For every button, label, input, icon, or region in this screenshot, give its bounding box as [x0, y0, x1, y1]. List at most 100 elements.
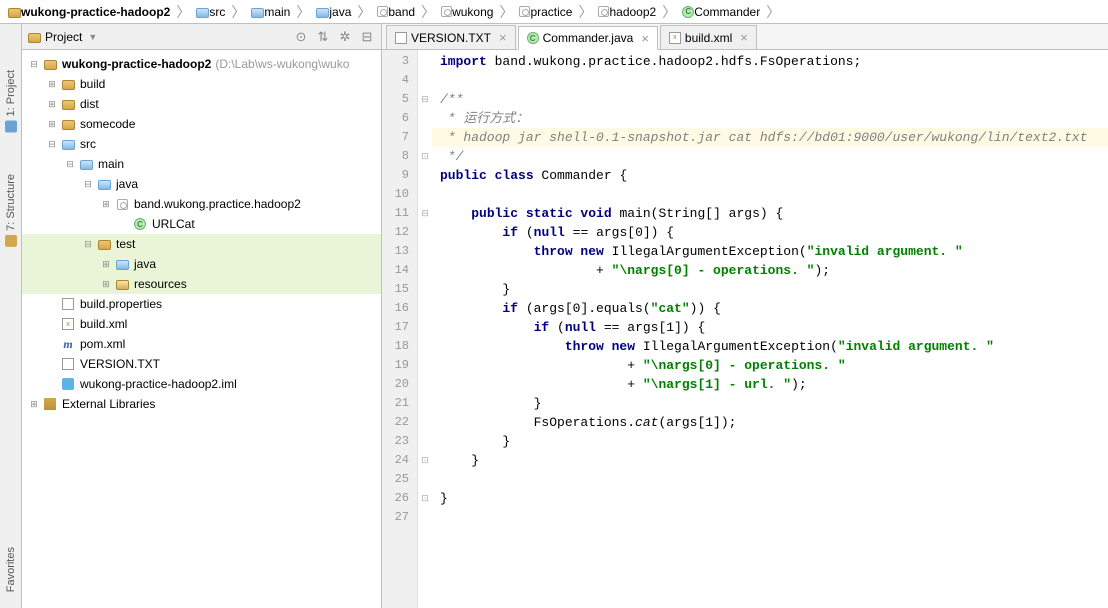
- fold-marker[interactable]: ⊡: [418, 147, 432, 166]
- editor-tab[interactable]: VERSION.TXT×: [386, 25, 516, 49]
- code-line[interactable]: * 运行方式：: [432, 109, 1108, 128]
- fold-marker[interactable]: [418, 394, 432, 413]
- fold-column[interactable]: ⊟⊡⊟⊡⊡: [418, 50, 432, 608]
- tree-node[interactable]: ⊞band.wukong.practice.hadoop2: [22, 194, 381, 214]
- tree-node[interactable]: mpom.xml: [22, 334, 381, 354]
- line-number[interactable]: 19: [382, 356, 417, 375]
- line-number[interactable]: 6: [382, 109, 417, 128]
- line-number[interactable]: 24: [382, 451, 417, 470]
- rail-project[interactable]: 1: Project: [3, 64, 19, 138]
- breadcrumb-item[interactable]: main: [247, 5, 294, 19]
- code-line[interactable]: * hadoop jar shell-0.1-snapshot.jar cat …: [432, 128, 1108, 147]
- line-number[interactable]: 4: [382, 71, 417, 90]
- line-number[interactable]: 17: [382, 318, 417, 337]
- code-line[interactable]: + "\nargs[0] - operations. ");: [432, 261, 1108, 280]
- breadcrumb-item[interactable]: wukong: [437, 5, 497, 19]
- tree-toggle[interactable]: ⊞: [28, 399, 40, 410]
- tree-node[interactable]: wukong-practice-hadoop2.iml: [22, 374, 381, 394]
- fold-marker[interactable]: [418, 166, 432, 185]
- line-number[interactable]: 10: [382, 185, 417, 204]
- code-line[interactable]: import band.wukong.practice.hadoop2.hdfs…: [432, 52, 1108, 71]
- code-line[interactable]: + "\nargs[0] - operations. ": [432, 356, 1108, 375]
- breadcrumb-item[interactable]: practice: [515, 5, 576, 19]
- line-number[interactable]: 22: [382, 413, 417, 432]
- breadcrumb-item[interactable]: hadoop2: [594, 5, 660, 19]
- breadcrumb-item[interactable]: src: [192, 5, 229, 19]
- line-number[interactable]: 25: [382, 470, 417, 489]
- line-number[interactable]: 20: [382, 375, 417, 394]
- tree-node[interactable]: ⊞java: [22, 254, 381, 274]
- fold-marker[interactable]: [418, 432, 432, 451]
- editor-tab[interactable]: CCommander.java×: [518, 26, 658, 50]
- code-line[interactable]: [432, 185, 1108, 204]
- line-number[interactable]: 18: [382, 337, 417, 356]
- tree-node[interactable]: ⊞dist: [22, 94, 381, 114]
- fold-marker[interactable]: [418, 337, 432, 356]
- code-line[interactable]: if (null == args[1]) {: [432, 318, 1108, 337]
- fold-marker[interactable]: [418, 280, 432, 299]
- code-line[interactable]: }: [432, 280, 1108, 299]
- line-number[interactable]: 9: [382, 166, 417, 185]
- panel-tool[interactable]: ✲: [337, 29, 353, 45]
- code-line[interactable]: }: [432, 394, 1108, 413]
- line-number[interactable]: 8: [382, 147, 417, 166]
- breadcrumb-item[interactable]: CCommander: [678, 5, 764, 19]
- tree-toggle[interactable]: ⊞: [46, 119, 58, 130]
- code-line[interactable]: */: [432, 147, 1108, 166]
- line-number[interactable]: 5: [382, 90, 417, 109]
- code-line[interactable]: FsOperations.cat(args[1]);: [432, 413, 1108, 432]
- editor-tab[interactable]: xbuild.xml×: [660, 25, 757, 49]
- fold-marker[interactable]: ⊡: [418, 489, 432, 508]
- fold-marker[interactable]: [418, 413, 432, 432]
- tree-toggle[interactable]: ⊞: [100, 259, 112, 270]
- tree-toggle[interactable]: ⊞: [100, 279, 112, 290]
- rail-favorites[interactable]: Favorites: [3, 541, 19, 598]
- breadcrumb-item[interactable]: wukong-practice-hadoop2: [4, 5, 174, 19]
- code-line[interactable]: /**: [432, 90, 1108, 109]
- fold-marker[interactable]: [418, 52, 432, 71]
- line-number[interactable]: 26: [382, 489, 417, 508]
- code-line[interactable]: if (args[0].equals("cat")) {: [432, 299, 1108, 318]
- fold-marker[interactable]: [418, 109, 432, 128]
- tree-toggle[interactable]: ⊟: [82, 179, 94, 190]
- tree-node[interactable]: ⊞somecode: [22, 114, 381, 134]
- code-line[interactable]: if (null == args[0]) {: [432, 223, 1108, 242]
- line-number[interactable]: 7: [382, 128, 417, 147]
- line-number[interactable]: 16: [382, 299, 417, 318]
- fold-marker[interactable]: ⊡: [418, 451, 432, 470]
- line-number[interactable]: 15: [382, 280, 417, 299]
- close-icon[interactable]: ×: [499, 30, 507, 45]
- fold-marker[interactable]: [418, 128, 432, 147]
- breadcrumb-item[interactable]: java: [312, 5, 355, 19]
- fold-marker[interactable]: [418, 299, 432, 318]
- close-icon[interactable]: ×: [641, 31, 649, 46]
- code-line[interactable]: }: [432, 489, 1108, 508]
- panel-tool[interactable]: ⇅: [315, 29, 331, 45]
- code-line[interactable]: public class Commander {: [432, 166, 1108, 185]
- fold-marker[interactable]: [418, 242, 432, 261]
- tree-node[interactable]: ⊞build: [22, 74, 381, 94]
- breadcrumb-item[interactable]: band: [373, 5, 419, 19]
- line-number[interactable]: 23: [382, 432, 417, 451]
- tree-toggle[interactable]: ⊞: [46, 99, 58, 110]
- code-line[interactable]: }: [432, 451, 1108, 470]
- tree-node[interactable]: VERSION.TXT: [22, 354, 381, 374]
- code-line[interactable]: throw new IllegalArgumentException("inva…: [432, 337, 1108, 356]
- tree-toggle[interactable]: ⊟: [64, 159, 76, 170]
- fold-marker[interactable]: [418, 356, 432, 375]
- tree-toggle[interactable]: ⊟: [82, 239, 94, 250]
- tree-node[interactable]: ⊟test: [22, 234, 381, 254]
- fold-marker[interactable]: [418, 470, 432, 489]
- line-number[interactable]: 12: [382, 223, 417, 242]
- code-line[interactable]: + "\nargs[1] - url. ");: [432, 375, 1108, 394]
- fold-marker[interactable]: [418, 71, 432, 90]
- code-editor[interactable]: import band.wukong.practice.hadoop2.hdfs…: [432, 50, 1108, 608]
- rail-structure[interactable]: 7: Structure: [3, 168, 19, 253]
- fold-marker[interactable]: [418, 508, 432, 527]
- line-number[interactable]: 21: [382, 394, 417, 413]
- fold-marker[interactable]: [418, 223, 432, 242]
- code-line[interactable]: [432, 71, 1108, 90]
- code-line[interactable]: [432, 508, 1108, 527]
- tree-node[interactable]: xbuild.xml: [22, 314, 381, 334]
- tree-node[interactable]: ⊟main: [22, 154, 381, 174]
